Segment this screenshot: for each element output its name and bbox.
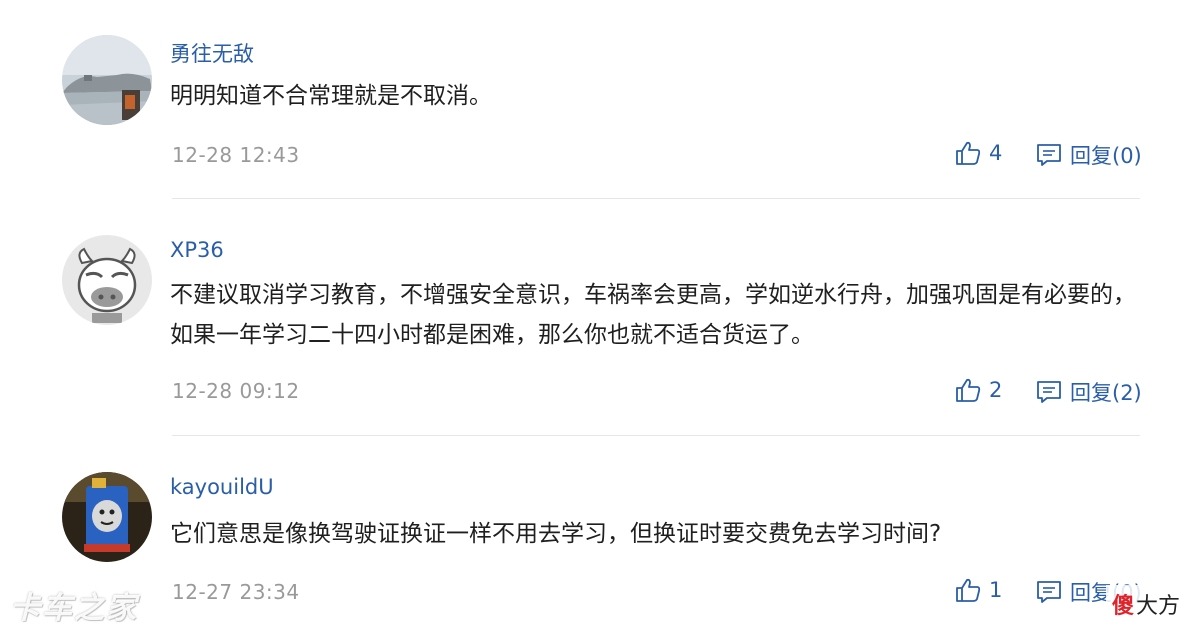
watermark-badge: 傻 大方 [1106, 585, 1189, 623]
like-button[interactable]: 4 [955, 140, 1002, 166]
comment-text: 明明知道不合常理就是不取消。 [170, 83, 492, 109]
reply-button[interactable]: 回复(2) [1036, 377, 1142, 407]
comment-text: 它们意思是像换驾驶证换证一样不用去学习，但换证时要交费免去学习时间? [170, 521, 942, 547]
watermark-mark: 傻 [1112, 594, 1135, 619]
like-count: 1 [989, 578, 1003, 602]
username[interactable]: XP36 [170, 238, 224, 262]
avatar[interactable] [62, 35, 152, 125]
avatar[interactable] [62, 235, 152, 325]
like-count: 2 [989, 378, 1003, 402]
timestamp: 12-27 23:34 [172, 580, 300, 604]
timestamp: 12-28 12:43 [172, 143, 300, 167]
comment-icon [1037, 144, 1061, 166]
divider [172, 435, 1140, 436]
reply-label: 回复(2) [1070, 381, 1142, 405]
cow-cartoon-icon [62, 235, 152, 325]
watermark-text: 大方 [1136, 594, 1181, 619]
reply-button[interactable]: 回复(0) [1036, 140, 1142, 170]
toy-train-photo-icon [62, 472, 152, 562]
thumbs-up-icon [956, 141, 981, 165]
timestamp: 12-28 09:12 [172, 379, 300, 403]
thumbs-up-icon [956, 578, 981, 602]
comment-icon [1037, 581, 1061, 603]
username[interactable]: kayouildU [170, 475, 274, 499]
reply-label: 回复(0) [1070, 144, 1142, 168]
like-button[interactable]: 2 [955, 377, 1002, 403]
avatar[interactable] [62, 472, 152, 562]
thumbs-up-icon [956, 378, 981, 402]
like-count: 4 [989, 141, 1003, 165]
watermark-logo: 卡车之家 [10, 591, 138, 626]
divider [172, 198, 1140, 199]
landscape-photo-icon [62, 35, 152, 125]
comment-icon [1037, 381, 1061, 403]
comment-text: 不建议取消学习教育，不增强安全意识，车祸率会更高，学如逆水行舟，加强巩固是有必要… [170, 282, 1136, 348]
username[interactable]: 勇往无敌 [170, 38, 254, 68]
like-button[interactable]: 1 [955, 577, 1002, 603]
